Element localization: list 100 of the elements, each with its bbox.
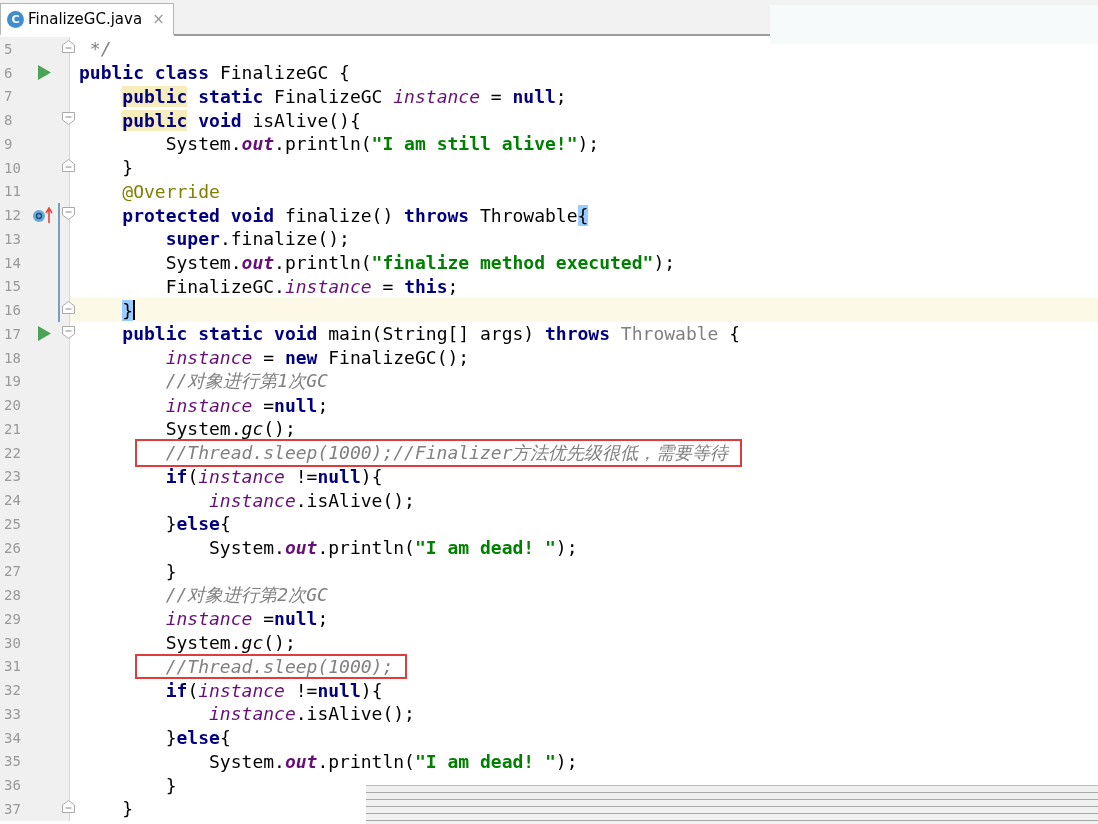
code-keyword: if xyxy=(165,679,188,701)
code-keyword: static xyxy=(197,85,264,107)
code-comment: //对象进行第2次GC xyxy=(165,583,328,608)
code-keyword: null xyxy=(274,394,318,416)
run-icon[interactable] xyxy=(38,65,51,81)
line-number: 7 xyxy=(3,88,14,105)
code-keyword: throws xyxy=(545,323,611,345)
code-text: ); xyxy=(555,537,578,559)
code-text: System. xyxy=(165,632,242,654)
code-text: ( xyxy=(187,465,199,487)
line-number: 9 xyxy=(3,135,14,152)
code-keyword: public static void xyxy=(122,323,318,345)
code-text: { xyxy=(728,323,741,345)
code-text: } xyxy=(122,157,134,179)
code-text: isAlive(){ xyxy=(251,109,361,131)
line-number: 20 xyxy=(3,397,22,414)
run-icon[interactable] xyxy=(38,326,51,342)
code-text: .isAlive(); xyxy=(295,489,415,511)
string-literal: "finalize method executed" xyxy=(371,252,654,274)
line-number: 34 xyxy=(3,729,22,746)
code-keyword: null xyxy=(274,608,318,630)
boxed-comment: //Thread.sleep(1000); xyxy=(136,655,406,677)
code-text: FinalizeGC { xyxy=(218,62,350,84)
line-number: 24 xyxy=(3,492,22,509)
code-text: ); xyxy=(577,133,600,155)
code-text: } xyxy=(165,774,177,796)
field-name: instance xyxy=(198,679,285,701)
fold-marker[interactable] xyxy=(62,326,75,339)
code-text: } xyxy=(122,798,134,820)
code-text: .println( xyxy=(274,252,372,274)
code-text: = xyxy=(262,347,276,369)
code-text: ){ xyxy=(360,465,383,487)
field-name: out xyxy=(241,252,275,274)
boxed-comment: //Thread.sleep(1000);//Finalizer方法优先级很低，需要等待 xyxy=(136,440,741,465)
code-text: finalize() xyxy=(283,204,395,226)
code-text: .println( xyxy=(274,133,372,155)
code-text: System. xyxy=(165,133,242,155)
code-text: Throwable xyxy=(478,204,578,226)
code-text: System. xyxy=(209,537,285,559)
line-number: 21 xyxy=(3,420,22,437)
fold-marker[interactable] xyxy=(62,800,75,813)
code-keyword: else xyxy=(176,513,220,535)
code-text: = xyxy=(262,608,275,630)
code-text: System. xyxy=(165,252,242,274)
code-text: .isAlive(); xyxy=(295,703,415,725)
code-keyword: public xyxy=(122,109,188,131)
code-text: } xyxy=(122,299,134,321)
line-number: 23 xyxy=(3,468,22,485)
code-keyword: new xyxy=(284,347,318,369)
code-keyword: super xyxy=(165,228,220,250)
field-name: instance xyxy=(165,347,253,369)
code-text: (); xyxy=(263,418,296,440)
line-number: 35 xyxy=(3,753,22,770)
code-text: != xyxy=(294,679,318,701)
line-number: 18 xyxy=(3,349,22,366)
fold-marker[interactable] xyxy=(62,207,75,221)
line-number: 15 xyxy=(3,278,22,295)
method-name: gc xyxy=(241,632,264,654)
fold-marker[interactable] xyxy=(62,301,75,315)
code-text: != xyxy=(294,465,318,487)
code-text: Throwable xyxy=(619,323,719,345)
file-tab[interactable]: C FinalizeGC.java × xyxy=(0,3,174,36)
code-text: ){ xyxy=(360,679,383,701)
line-number: 32 xyxy=(3,682,22,699)
code-text: ( xyxy=(187,679,199,701)
code-text: } xyxy=(165,727,177,749)
code-text: = xyxy=(489,85,503,107)
code-keyword: if xyxy=(165,465,188,487)
code-text: .println( xyxy=(317,750,415,772)
line-number: 36 xyxy=(3,777,22,794)
code-keyword: null xyxy=(317,679,361,701)
line-number: 37 xyxy=(3,800,22,817)
code-keyword: null xyxy=(317,465,361,487)
override-icon[interactable] xyxy=(32,207,54,224)
code-text: ; xyxy=(317,608,329,630)
line-number: 5 xyxy=(3,40,14,57)
field-name: instance xyxy=(198,465,285,487)
code-comment: //对象进行第1次GC xyxy=(165,369,328,394)
code-keyword: null xyxy=(512,85,556,107)
code-keyword: public class xyxy=(79,62,210,84)
field-name: instance xyxy=(209,703,296,725)
string-literal: "I am dead! " xyxy=(414,750,556,772)
fold-marker[interactable] xyxy=(62,112,75,126)
line-number: 19 xyxy=(3,373,22,390)
line-number: 16 xyxy=(3,302,22,319)
field-name: instance xyxy=(165,608,253,630)
line-number: 31 xyxy=(3,658,22,675)
code-text: (); xyxy=(263,632,296,654)
code-text: ; xyxy=(555,85,567,107)
fold-marker[interactable] xyxy=(62,40,75,53)
fold-marker[interactable] xyxy=(62,158,75,172)
code-text: = xyxy=(381,275,395,297)
line-number: 10 xyxy=(3,159,22,176)
code-text: ; xyxy=(317,394,329,416)
code-keyword: throws xyxy=(404,204,470,226)
code-text: } xyxy=(165,560,177,582)
code-text: } xyxy=(165,513,177,535)
field-name: instance xyxy=(284,275,372,297)
string-literal: "I am still alive!" xyxy=(371,133,578,155)
code-text: ); xyxy=(555,750,578,772)
